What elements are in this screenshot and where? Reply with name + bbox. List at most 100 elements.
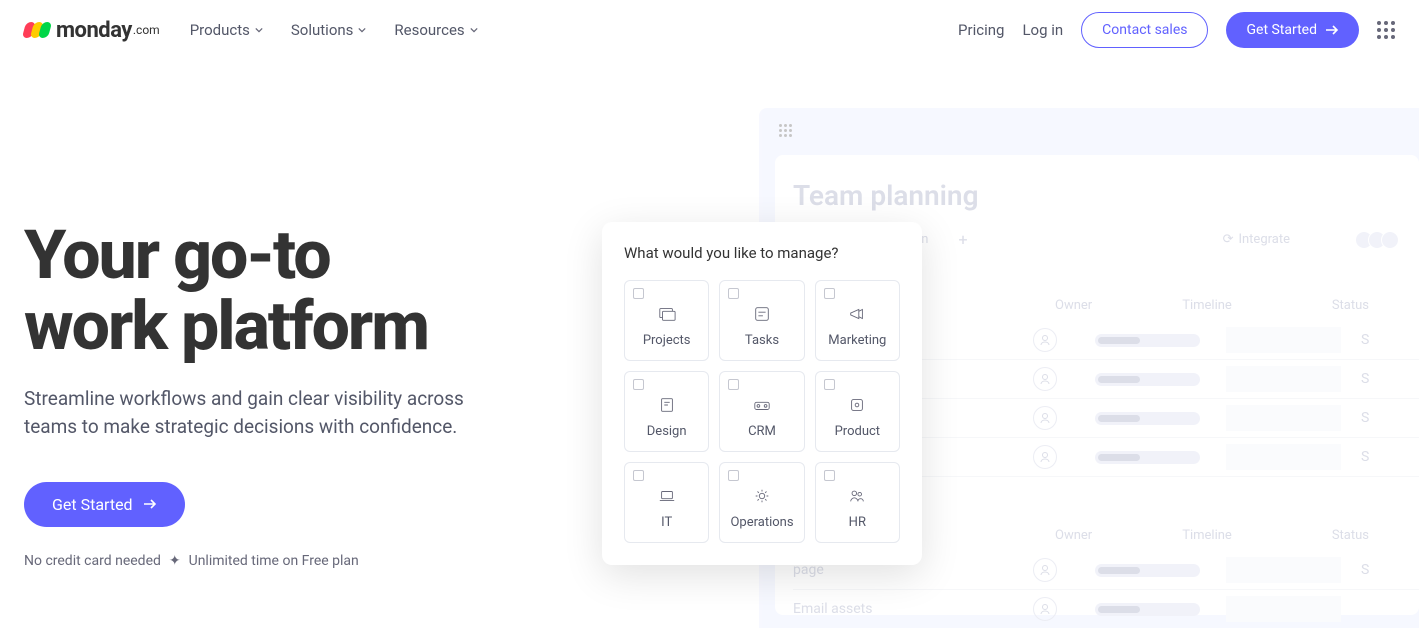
manage-modal: What would you like to manage? Projects … [602,222,922,565]
board-title: Team planning [793,179,1419,212]
option-label: CRM [748,424,776,439]
checkbox[interactable] [728,470,739,481]
nav-label: Products [190,21,250,39]
option-design[interactable]: Design [624,371,709,452]
option-operations[interactable]: Operations [719,462,804,543]
checkbox[interactable] [633,379,644,390]
nav-products[interactable]: Products [190,21,263,39]
option-label: Projects [643,333,691,348]
col-timeline: Timeline [1182,298,1232,313]
status-cell [1226,596,1341,622]
laptop-icon [658,487,676,505]
timeline-bar [1095,412,1200,425]
fine-print: No credit card needed ✦ Unlimited time o… [24,553,604,569]
apps-grid-icon[interactable] [1377,21,1395,39]
hero-title-line2: work platform [24,286,428,366]
owner-avatar-icon [1033,328,1057,352]
logo[interactable]: monday .com [24,18,160,43]
option-marketing[interactable]: Marketing [815,280,900,361]
row-name: Email assets [793,601,993,617]
option-it[interactable]: IT [624,462,709,543]
owner-avatar-icon [1033,367,1057,391]
megaphone-icon [848,305,866,323]
checkbox[interactable] [824,379,835,390]
logo-suffix: .com [133,23,160,37]
chevron-down-icon [470,26,478,34]
arrow-right-icon [1325,25,1339,35]
top-header: monday .com Products Solutions Resources… [0,0,1419,60]
modal-title: What would you like to manage? [624,244,900,262]
owner-avatar-icon [1033,558,1057,582]
timeline-bar [1095,451,1200,464]
option-tasks[interactable]: Tasks [719,280,804,361]
product-icon [848,396,866,414]
avatar [1381,231,1399,249]
nav-label: Solutions [291,21,354,39]
option-label: Design [647,424,687,439]
option-label: Operations [730,515,793,530]
owner-avatar-icon [1033,445,1057,469]
chevron-down-icon [358,26,366,34]
status-cell [1226,366,1341,392]
logo-icon [24,22,50,38]
option-crm[interactable]: CRM [719,371,804,452]
get-started-header-button[interactable]: Get Started [1226,12,1359,48]
checkbox[interactable] [728,379,739,390]
nav-solutions[interactable]: Solutions [291,21,367,39]
col-timeline: Timeline [1182,528,1232,543]
checkbox[interactable] [633,288,644,299]
projects-icon [658,305,676,323]
add-tab-button[interactable]: + [958,230,967,249]
option-product[interactable]: Product [815,371,900,452]
timeline-bar [1095,334,1200,347]
col-status: Status [1332,528,1369,543]
option-label: IT [661,515,672,530]
people-icon [848,487,866,505]
header-right: Pricing Log in Contact sales Get Started [958,12,1395,48]
button-label: Get Started [1246,22,1317,38]
fine-print-left: No credit card needed [24,553,161,569]
member-avatars [1360,231,1399,249]
get-started-hero-button[interactable]: Get Started [24,482,185,527]
row-s: S [1361,371,1369,387]
status-cell [1226,327,1341,353]
integrate-button[interactable]: ⟳Integrate [1223,232,1290,247]
nav-label: Resources [394,21,464,39]
row-s: S [1361,332,1369,348]
owner-avatar-icon [1033,597,1057,621]
option-projects[interactable]: Projects [624,280,709,361]
option-label: Marketing [828,333,886,348]
crm-icon [753,396,771,414]
option-label: Tasks [745,333,779,348]
nav-menu: Products Solutions Resources [190,21,478,39]
checkbox[interactable] [633,470,644,481]
hero-content: Your go-to work platform Streamline work… [24,120,604,569]
nav-resources[interactable]: Resources [394,21,477,39]
login-link[interactable]: Log in [1022,21,1063,39]
option-hr[interactable]: HR [815,462,900,543]
options-grid: Projects Tasks Marketing Design CRM Prod… [624,280,900,543]
checkbox[interactable] [824,470,835,481]
row-s: S [1361,562,1369,578]
apps-grid-icon [779,124,1419,137]
option-label: HR [849,515,866,530]
status-cell [1226,444,1341,470]
pricing-link[interactable]: Pricing [958,21,1004,39]
col-owner: Owner [1055,528,1092,543]
timeline-bar [1095,564,1200,577]
table-row[interactable]: Email assets [793,590,1419,628]
checkbox[interactable] [824,288,835,299]
col-status: Status [1332,298,1369,313]
gear-icon [753,487,771,505]
contact-sales-button[interactable]: Contact sales [1081,12,1208,48]
chevron-down-icon [255,26,263,34]
timeline-bar [1095,603,1200,616]
status-cell [1226,405,1341,431]
fine-print-right: Unlimited time on Free plan [189,553,359,569]
owner-avatar-icon [1033,406,1057,430]
button-label: Get Started [52,495,133,514]
option-label: Product [835,424,880,439]
tasks-icon [753,305,771,323]
checkbox[interactable] [728,288,739,299]
col-owner: Owner [1055,298,1092,313]
